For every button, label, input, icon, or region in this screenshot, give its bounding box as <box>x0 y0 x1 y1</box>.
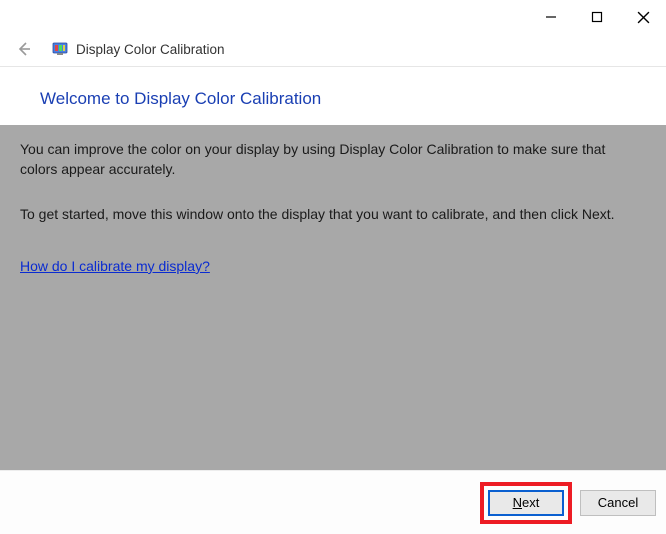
app-icon <box>52 41 68 57</box>
footer-bar: Next Cancel <box>0 470 666 534</box>
header-bar: Display Color Calibration <box>0 32 666 67</box>
cancel-button[interactable]: Cancel <box>580 490 656 516</box>
content-area: You can improve the color on your displa… <box>0 125 666 470</box>
page-heading: Welcome to Display Color Calibration <box>40 89 656 109</box>
next-label-rest: ext <box>522 495 539 510</box>
titlebar <box>0 0 666 32</box>
heading-area: Welcome to Display Color Calibration <box>0 67 666 125</box>
intro-text-2: To get started, move this window onto th… <box>20 204 646 224</box>
close-button[interactable] <box>620 2 666 32</box>
minimize-button[interactable] <box>528 2 574 32</box>
calibration-wizard-window: Display Color Calibration Welcome to Dis… <box>0 0 666 534</box>
back-arrow-icon[interactable] <box>14 39 34 59</box>
maximize-button[interactable] <box>574 2 620 32</box>
next-button[interactable]: Next <box>488 490 564 516</box>
next-mnemonic: N <box>513 495 522 510</box>
next-button-highlight: Next <box>480 482 572 524</box>
help-link[interactable]: How do I calibrate my display? <box>20 256 210 276</box>
app-title: Display Color Calibration <box>76 42 225 57</box>
intro-text-1: You can improve the color on your displa… <box>20 139 646 180</box>
